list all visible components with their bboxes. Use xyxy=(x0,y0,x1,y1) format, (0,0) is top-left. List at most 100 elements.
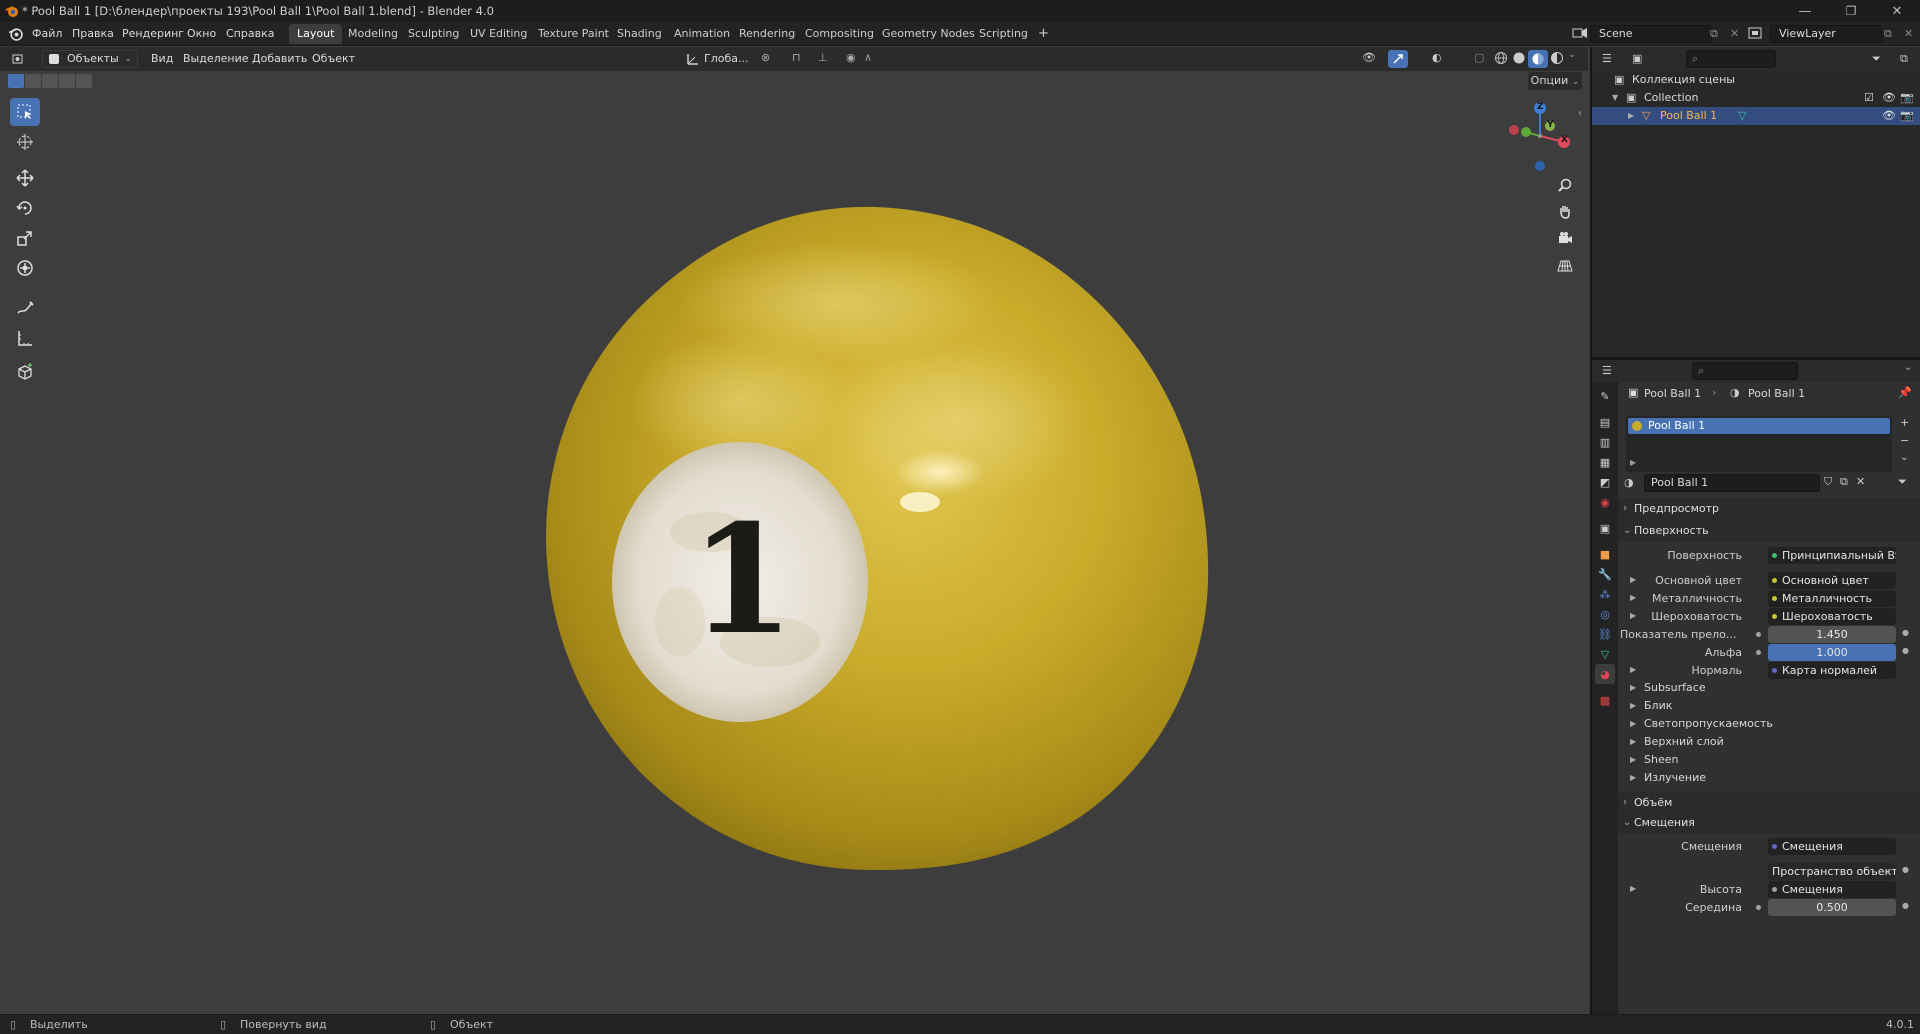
menu-view[interactable]: Вид xyxy=(151,50,173,68)
tab-texture-paint[interactable]: Texture Paint xyxy=(530,24,617,44)
view-layer-copy-icon[interactable]: ⧉ xyxy=(1884,27,1892,41)
tab-scripting[interactable]: Scripting xyxy=(971,24,1036,44)
expand-arrow-icon[interactable]: ▶ xyxy=(1630,665,1636,674)
keyframe-dot-icon[interactable]: ● xyxy=(1902,865,1909,874)
expand-arrow-icon[interactable]: ▶ xyxy=(1630,593,1636,602)
material-slot-item[interactable]: Pool Ball 1 xyxy=(1628,418,1890,434)
subpanel-sheen[interactable]: ▶ Sheen xyxy=(1618,751,1920,769)
menu-edit[interactable]: Правка xyxy=(72,27,114,40)
pan-hand-icon[interactable] xyxy=(1553,200,1577,224)
add-workspace-button[interactable]: + xyxy=(1030,24,1057,44)
metallic-input[interactable]: Металличность xyxy=(1768,590,1896,607)
editor-type-icon[interactable] xyxy=(10,50,30,68)
tab-compositing[interactable]: Compositing xyxy=(797,24,882,44)
outliner-row-collection[interactable]: ▼ ▣ Collection ☑ 👁 📷 xyxy=(1592,89,1920,107)
transform-tool[interactable] xyxy=(10,254,40,282)
section-preview[interactable]: › Предпросмотр xyxy=(1618,498,1920,520)
camera-view-icon[interactable] xyxy=(1553,227,1577,251)
unlink-material-icon[interactable]: ✕ xyxy=(1856,475,1865,488)
shading-options-chevron-icon[interactable]: ⌄ xyxy=(1568,50,1576,60)
subpanel-specular[interactable]: ▶ Блик xyxy=(1618,697,1920,715)
subpanel-transmission[interactable]: ▶ Светопропускаемость xyxy=(1618,715,1920,733)
tab-world-icon[interactable]: ◉ xyxy=(1595,492,1615,512)
tab-render-icon[interactable]: ▤ xyxy=(1595,412,1615,432)
menu-add[interactable]: Добавить xyxy=(252,50,307,68)
collection-visibility-icon[interactable]: 👁 xyxy=(1882,89,1896,107)
tab-particles-icon[interactable]: ⁂ xyxy=(1595,584,1615,604)
add-cube-tool[interactable] xyxy=(10,358,40,386)
properties-search-input[interactable]: ⌕ xyxy=(1692,362,1798,380)
material-name-field[interactable]: Pool Ball 1 xyxy=(1644,474,1820,492)
navigation-gizmo[interactable]: X Y Z xyxy=(1500,96,1580,176)
scale-tool[interactable] xyxy=(10,224,40,252)
tab-geometry-nodes[interactable]: Geometry Nodes xyxy=(874,24,983,44)
duplicate-material-icon[interactable]: ⧉ xyxy=(1840,475,1848,489)
menu-object[interactable]: Объект xyxy=(312,50,355,68)
tab-modifiers-icon[interactable]: 🔧 xyxy=(1595,564,1615,584)
zoom-icon[interactable] xyxy=(1553,173,1577,197)
tab-scene-icon[interactable]: ◩ xyxy=(1595,472,1615,492)
xray-toggle-icon[interactable]: ▢ xyxy=(1474,51,1484,64)
sidebar-toggle-icon[interactable]: ‹ xyxy=(1578,108,1582,119)
tab-output-icon[interactable]: ▥ xyxy=(1595,432,1615,452)
gizmo-toggle-icon[interactable] xyxy=(1388,50,1408,68)
keyframe-dot-icon[interactable]: ● xyxy=(1902,646,1909,655)
pivot-icon[interactable]: ⊗ xyxy=(761,51,770,64)
cursor-tool[interactable] xyxy=(10,128,40,156)
shading-material-preview-icon[interactable] xyxy=(1528,50,1548,68)
snap-icon[interactable]: ⊓ xyxy=(792,51,801,64)
section-surface[interactable]: ⌄ Поверхность xyxy=(1618,520,1920,542)
material-filter-icon[interactable]: ⏷ xyxy=(1898,475,1907,489)
shading-wireframe-icon[interactable] xyxy=(1494,51,1508,65)
tab-constraints-icon[interactable]: ⛓ xyxy=(1595,624,1615,644)
filter-icon[interactable]: ⏷ xyxy=(1872,52,1881,66)
tab-animation[interactable]: Animation xyxy=(666,24,738,44)
tab-rendering[interactable]: Rendering xyxy=(731,24,803,44)
remove-slot-button[interactable]: − xyxy=(1900,434,1909,447)
object-render-icon[interactable]: 📷 xyxy=(1900,107,1914,125)
alpha-slider[interactable]: 1.000 xyxy=(1768,644,1896,661)
collection-render-icon[interactable]: 📷 xyxy=(1900,89,1914,107)
menu-render[interactable]: Рендеринг xyxy=(122,27,184,40)
tab-data-icon[interactable]: ▽ xyxy=(1595,644,1615,664)
properties-editor-type-icon[interactable]: ☰ xyxy=(1602,364,1612,377)
select-extend-icon[interactable] xyxy=(25,74,41,88)
tab-view-layer-icon[interactable]: ▦ xyxy=(1595,452,1615,472)
3d-viewport[interactable]: Опции ⌄ X Y Z ‹ 1 xyxy=(0,72,1588,1014)
pin-icon[interactable]: 📌 xyxy=(1898,386,1912,399)
menu-select[interactable]: Выделение xyxy=(183,50,249,68)
tab-physics-icon[interactable]: ◎ xyxy=(1595,604,1615,624)
rotate-tool[interactable] xyxy=(10,194,40,222)
surface-shader-selector[interactable]: Принципиальный BSDF xyxy=(1768,547,1896,564)
subpanel-subsurface[interactable]: ▶ Subsurface xyxy=(1618,679,1920,697)
perspective-grid-icon[interactable] xyxy=(1553,254,1577,278)
snap-target-icon[interactable]: ⊥ xyxy=(818,51,828,64)
select-new-icon[interactable] xyxy=(8,74,24,88)
proportional-edit-icon[interactable]: ◉ xyxy=(846,51,856,64)
scene-close-icon[interactable]: ✕ xyxy=(1730,27,1739,40)
outliner-row-scene-collection[interactable]: ▣ Коллекция сцены xyxy=(1592,71,1920,89)
subpanel-emission[interactable]: ▶ Излучение xyxy=(1618,769,1920,787)
slot-specials-chevron-icon[interactable]: ⌄ xyxy=(1900,452,1908,463)
transform-orientation-selector[interactable]: Глоба... xyxy=(704,50,748,68)
keyframe-dot-icon[interactable]: ● xyxy=(1902,901,1909,910)
expand-arrow-icon[interactable]: ▶ xyxy=(1628,107,1634,125)
expand-arrow-icon[interactable]: ▶ xyxy=(1630,575,1636,584)
annotate-tool[interactable] xyxy=(10,294,40,322)
midlevel-input[interactable]: 0.500 xyxy=(1768,899,1896,916)
keyframe-dot-icon[interactable]: ● xyxy=(1902,628,1909,637)
fake-user-icon[interactable]: ⛉ xyxy=(1824,475,1832,489)
visibility-icon[interactable]: 👁 xyxy=(1362,51,1376,64)
menu-window[interactable]: Окно xyxy=(187,27,216,40)
add-slot-button[interactable]: + xyxy=(1900,416,1909,429)
menu-file[interactable]: Файл xyxy=(32,27,62,40)
options-button[interactable]: Опции ⌄ xyxy=(1528,72,1582,90)
select-subtract-icon[interactable] xyxy=(42,74,58,88)
roughness-input[interactable]: Шероховатость xyxy=(1768,608,1896,625)
tab-tool-icon[interactable]: ✎ xyxy=(1595,386,1615,406)
scene-copy-icon[interactable]: ⧉ xyxy=(1710,27,1718,41)
tab-modeling[interactable]: Modeling xyxy=(340,24,406,44)
select-intersect-icon[interactable] xyxy=(76,74,92,88)
tab-texture-icon[interactable]: ▩ xyxy=(1595,690,1615,710)
subpanel-coat[interactable]: ▶ Верхний слой xyxy=(1618,733,1920,751)
